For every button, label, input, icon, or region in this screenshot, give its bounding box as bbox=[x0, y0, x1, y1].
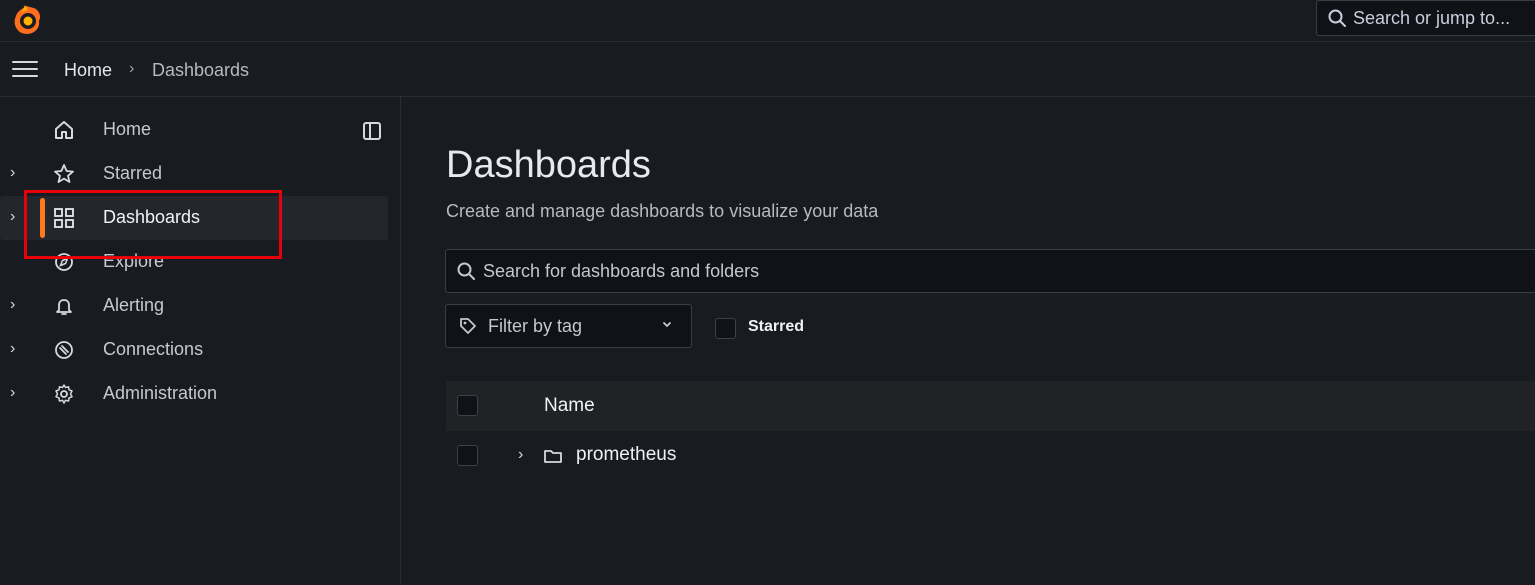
menu-line bbox=[12, 61, 38, 63]
gear-icon bbox=[55, 384, 73, 404]
compass-icon bbox=[55, 253, 73, 271]
sidebar-item-alerting[interactable]: › Alerting bbox=[0, 284, 388, 328]
sidebar: Home › Starred › Dashboards Explore › Al… bbox=[0, 97, 401, 585]
starred-filter-label[interactable]: Starred bbox=[748, 318, 804, 336]
tag-icon bbox=[460, 318, 476, 334]
sidebar-item-label: Dashboards bbox=[103, 207, 201, 227]
grafana-logo-icon[interactable] bbox=[10, 3, 44, 37]
select-all-checkbox[interactable] bbox=[457, 395, 478, 416]
folder-name-link[interactable]: prometheus bbox=[576, 444, 676, 466]
breadcrumb-bar: Home › Dashboards bbox=[0, 42, 1535, 97]
folder-icon bbox=[544, 450, 562, 463]
menu-line bbox=[12, 68, 38, 70]
connections-icon bbox=[55, 341, 73, 359]
bell-icon bbox=[56, 299, 72, 315]
global-search-text: Search or jump to... bbox=[1353, 7, 1511, 28]
page-subtitle: Create and manage dashboards to visualiz… bbox=[446, 201, 879, 221]
chevron-right-icon[interactable]: › bbox=[10, 340, 22, 358]
breadcrumb-current: Dashboards bbox=[152, 60, 250, 80]
sidebar-item-administration[interactable]: › Administration bbox=[0, 372, 388, 416]
top-navigation-bar: Search or jump to... bbox=[0, 0, 1535, 42]
global-search-input[interactable]: Search or jump to... bbox=[1316, 0, 1535, 36]
name-column-header: Name bbox=[544, 395, 595, 416]
dashboard-search-input[interactable]: Search for dashboards and folders bbox=[445, 249, 1535, 293]
sidebar-item-dashboards[interactable]: › Dashboards bbox=[0, 196, 388, 240]
search-icon bbox=[1328, 9, 1346, 27]
active-indicator bbox=[40, 198, 45, 238]
chevron-down-icon bbox=[663, 322, 671, 327]
page-title: Dashboards bbox=[446, 144, 651, 186]
starred-filter-checkbox[interactable] bbox=[715, 318, 736, 339]
sidebar-item-label: Starred bbox=[103, 163, 163, 183]
chevron-right-icon[interactable]: › bbox=[518, 446, 523, 464]
chevron-right-icon[interactable]: › bbox=[10, 164, 22, 182]
table-header: Name bbox=[446, 381, 1535, 431]
breadcrumb-home-link[interactable]: Home bbox=[64, 60, 112, 81]
dashboards-grid-icon bbox=[54, 208, 74, 228]
sidebar-item-label: Connections bbox=[103, 339, 204, 359]
sidebar-item-label: Home bbox=[103, 119, 152, 139]
sidebar-item-explore[interactable]: Explore bbox=[0, 240, 388, 284]
row-checkbox[interactable] bbox=[457, 445, 478, 466]
sidebar-item-label: Explore bbox=[103, 251, 165, 271]
main-content: Dashboards Create and manage dashboards … bbox=[402, 97, 1535, 585]
sidebar-item-connections[interactable]: › Connections bbox=[0, 328, 388, 372]
table-row[interactable]: › prometheus bbox=[446, 431, 1535, 481]
breadcrumb-separator: › bbox=[129, 60, 135, 77]
sidebar-item-label: Administration bbox=[103, 383, 218, 403]
sidebar-item-label: Alerting bbox=[103, 295, 165, 315]
home-icon bbox=[55, 121, 73, 139]
star-icon bbox=[54, 164, 74, 183]
chevron-right-icon[interactable]: › bbox=[10, 384, 22, 402]
hamburger-menu-button[interactable] bbox=[12, 61, 38, 79]
sidebar-item-starred[interactable]: › Starred bbox=[0, 152, 388, 196]
sidebar-item-home[interactable]: Home bbox=[0, 108, 388, 152]
chevron-right-icon[interactable]: › bbox=[10, 208, 22, 226]
tag-filter-label: Filter by tag bbox=[488, 315, 583, 336]
search-placeholder: Search for dashboards and folders bbox=[483, 260, 760, 281]
search-icon bbox=[457, 262, 475, 280]
chevron-right-icon[interactable]: › bbox=[10, 296, 22, 314]
menu-line bbox=[12, 75, 38, 77]
tag-filter-dropdown[interactable]: Filter by tag bbox=[445, 304, 692, 348]
